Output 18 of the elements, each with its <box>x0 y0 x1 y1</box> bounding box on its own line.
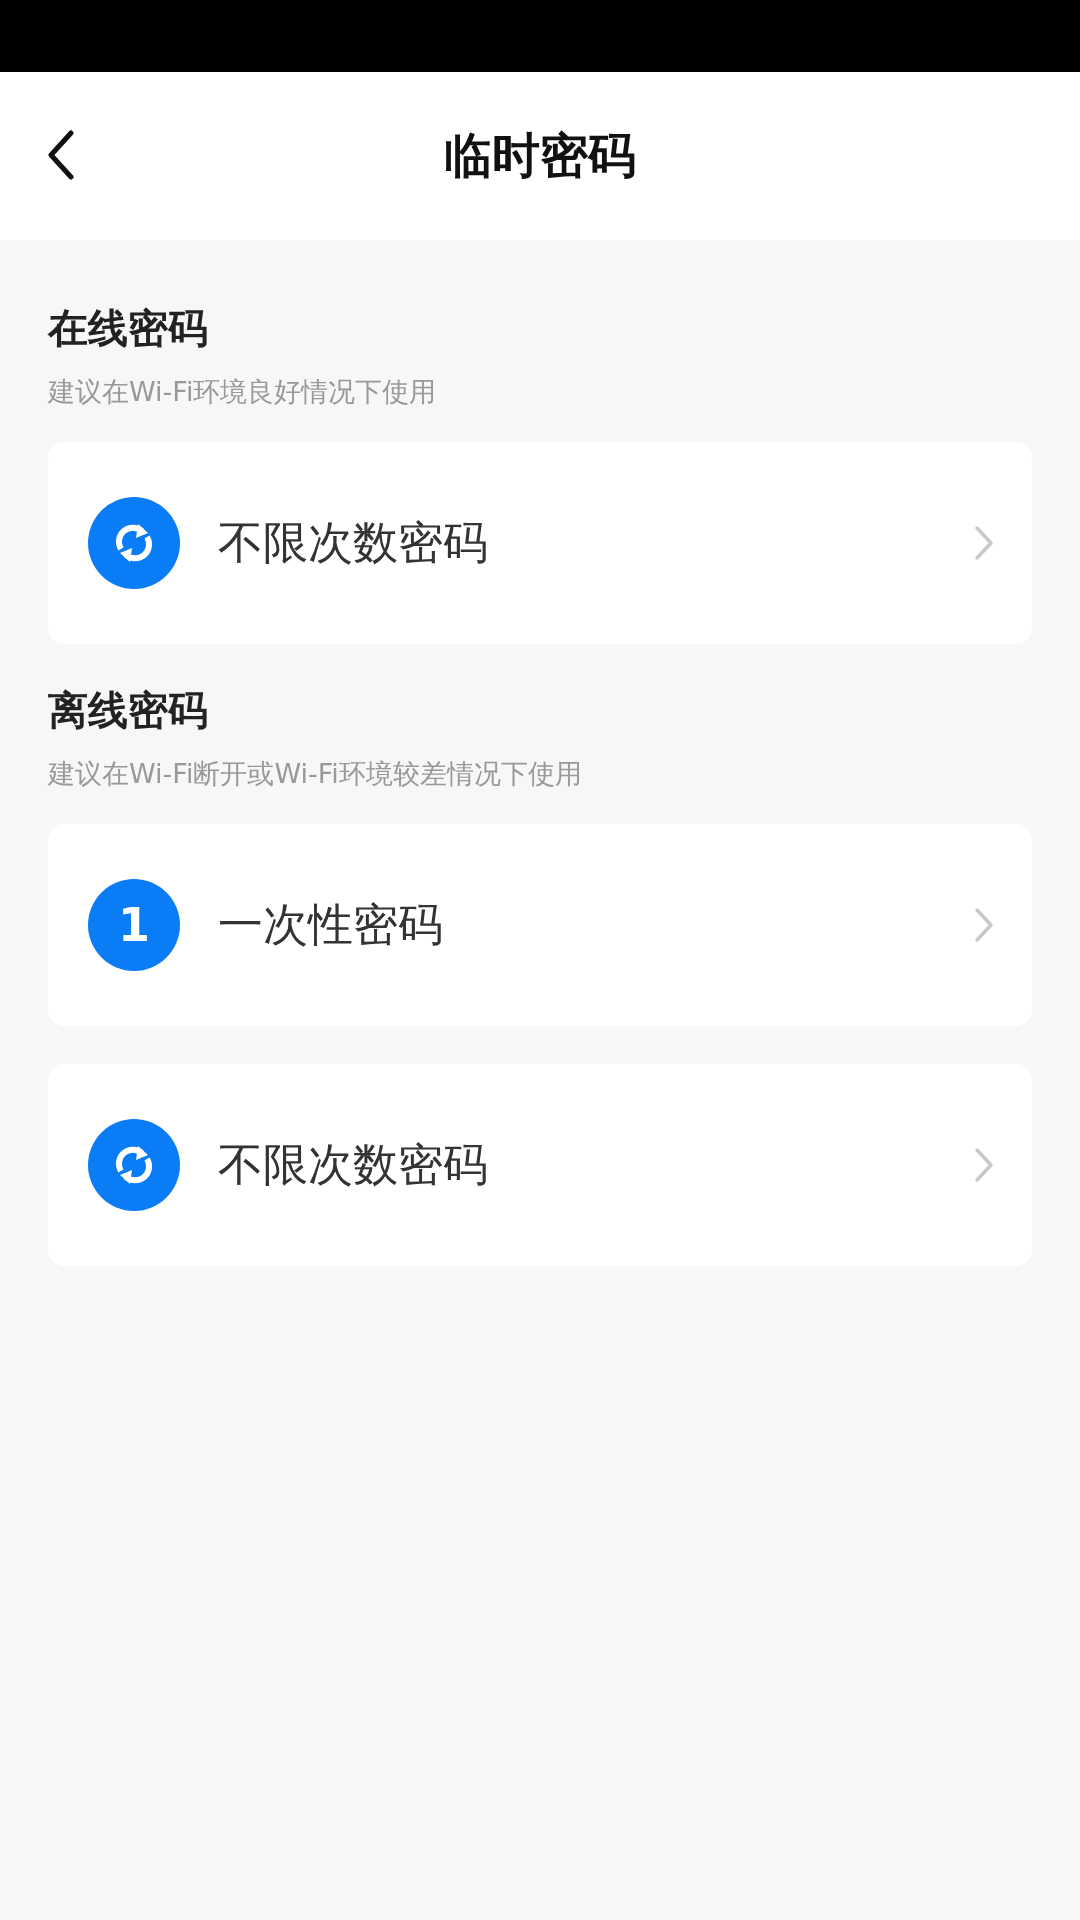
chevron-right-icon <box>974 1147 994 1183</box>
page-title: 临时密码 <box>444 126 636 185</box>
section-title: 离线密码 <box>48 686 208 735</box>
section-subtitle: 建议在Wi-Fi环境良好情况下使用 <box>48 375 437 409</box>
refresh-icon <box>88 1119 180 1211</box>
password-option-card[interactable]: 不限次数密码 <box>48 1064 1032 1266</box>
number-badge: 1 <box>88 879 180 971</box>
option-label: 一次性密码 <box>218 897 444 953</box>
chevron-right-icon <box>974 907 994 943</box>
back-icon[interactable] <box>46 130 76 180</box>
section-title: 在线密码 <box>48 304 208 353</box>
password-option-card[interactable]: 不限次数密码 <box>48 442 1032 644</box>
password-option-card[interactable]: 1 一次性密码 <box>48 824 1032 1026</box>
chevron-right-icon <box>974 525 994 561</box>
option-label: 不限次数密码 <box>218 515 489 571</box>
refresh-icon <box>88 497 180 589</box>
section-subtitle: 建议在Wi-Fi断开或Wi-Fi环境较差情况下使用 <box>48 757 582 791</box>
option-label: 不限次数密码 <box>218 1137 489 1193</box>
